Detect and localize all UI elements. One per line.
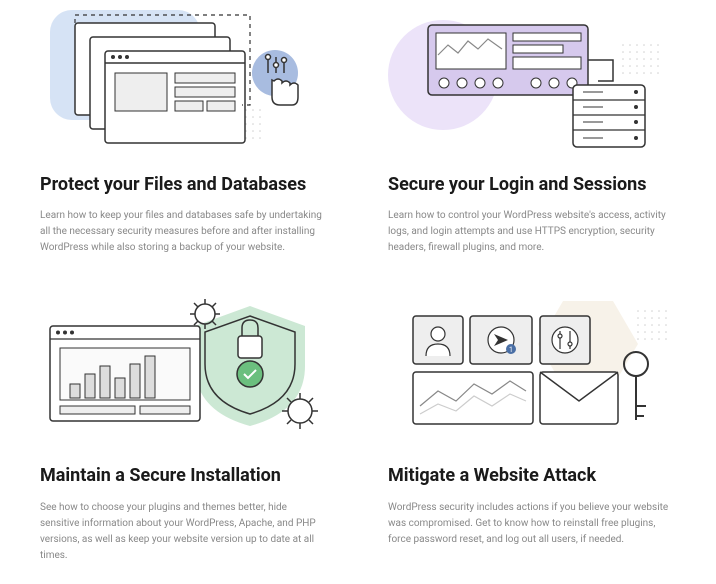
card-desc: WordPress security includes actions if y… — [388, 500, 676, 548]
card-desc: Learn how to keep your files and databas… — [40, 208, 328, 256]
card-title: Mitigate a Website Attack — [388, 464, 676, 487]
login-illustration — [388, 5, 676, 155]
feature-grid: Protect your Files and Databases Learn h… — [40, 5, 676, 564]
card-title: Secure your Login and Sessions — [388, 173, 676, 196]
card-title: Protect your Files and Databases — [40, 173, 328, 196]
attack-illustration: 1 — [388, 296, 676, 446]
svg-text:1: 1 — [509, 346, 513, 354]
install-illustration — [40, 296, 328, 446]
feature-card-files: Protect your Files and Databases Learn h… — [40, 5, 328, 256]
feature-card-install: Maintain a Secure Installation See how t… — [40, 296, 328, 563]
card-title: Maintain a Secure Installation — [40, 464, 328, 487]
card-desc: Learn how to control your WordPress webs… — [388, 208, 676, 256]
card-desc: See how to choose your plugins and theme… — [40, 500, 328, 564]
feature-card-attack: 1 Mitigat — [388, 296, 676, 563]
files-illustration — [40, 5, 328, 155]
feature-card-login: Secure your Login and Sessions Learn how… — [388, 5, 676, 256]
